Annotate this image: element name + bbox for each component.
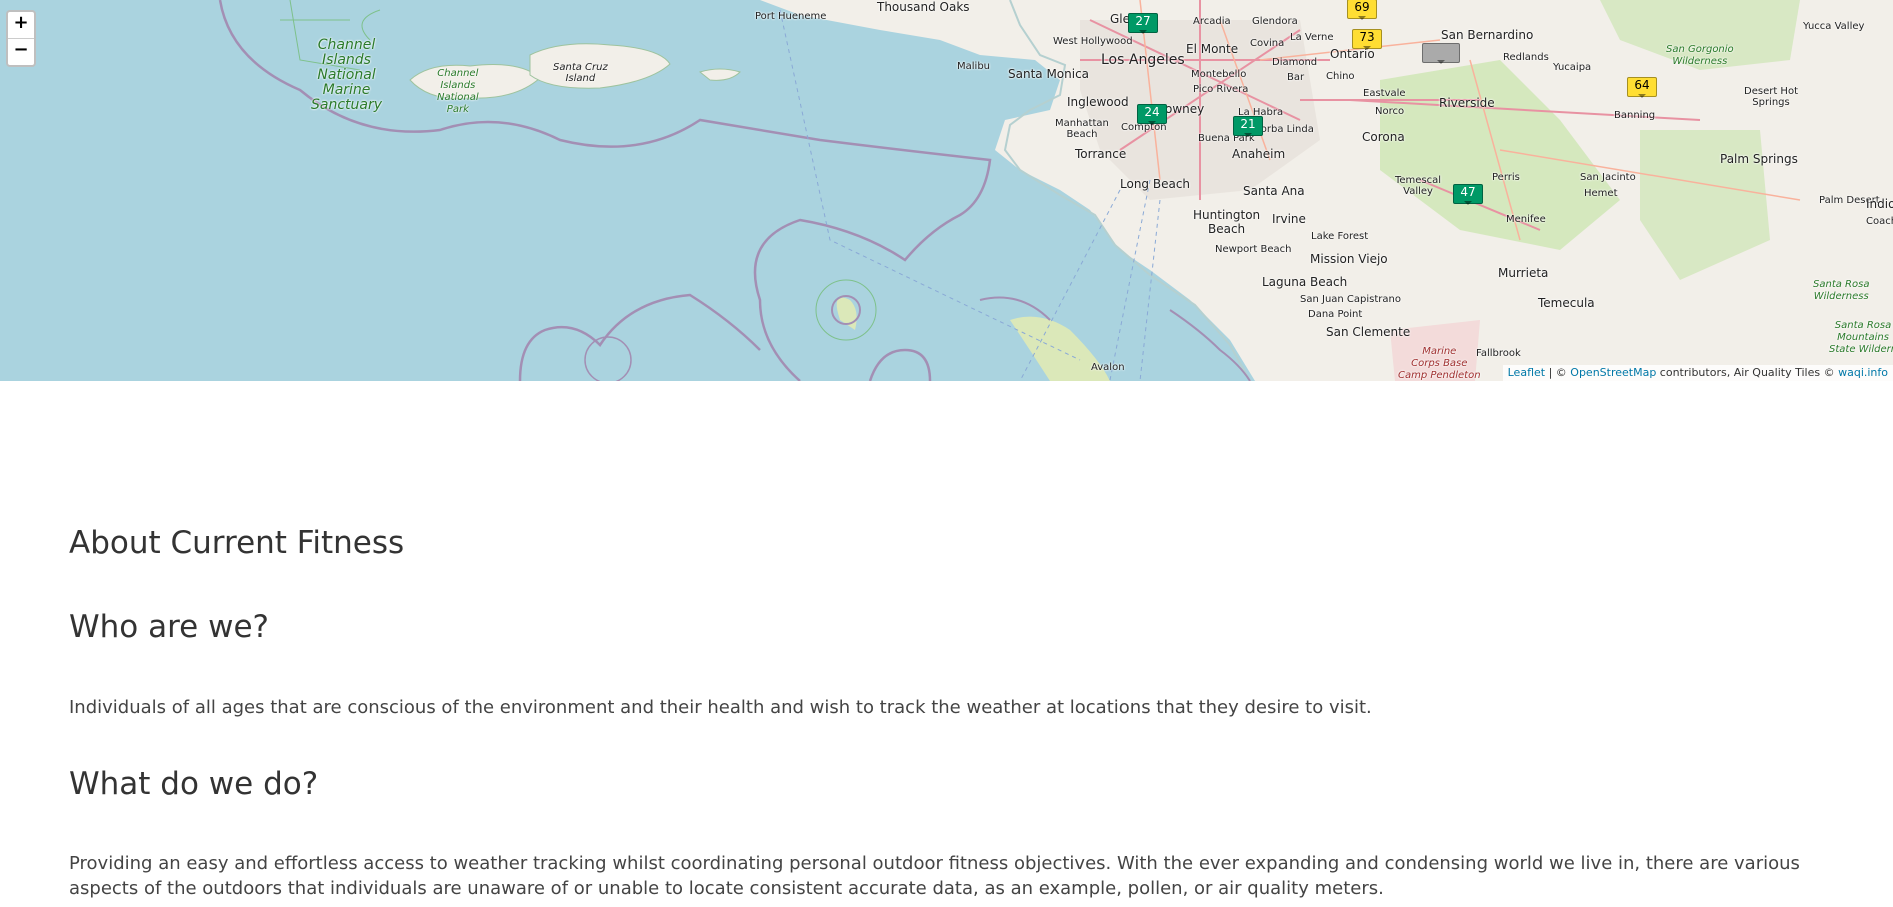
map-label: Newport Beach — [1215, 244, 1292, 255]
map-label: Norco — [1375, 106, 1405, 117]
map-label: Anaheim — [1232, 147, 1286, 161]
aqi-marker-no-data[interactable] — [1422, 43, 1460, 64]
map-label-park: Santa Rosa Wilderness — [1813, 279, 1870, 302]
map-label: Dana Point — [1308, 309, 1363, 320]
map-label: Gle — [1110, 12, 1131, 26]
map-label: Mission Viejo — [1310, 252, 1388, 266]
map-label: West Hollywood — [1053, 36, 1133, 47]
map-label: El Monte — [1186, 42, 1239, 56]
aqi-marker[interactable]: 64 — [1627, 77, 1657, 98]
map-label: Glendora — [1252, 16, 1298, 27]
map-label: Irvine — [1272, 212, 1306, 226]
map-label: Port Hueneme — [755, 11, 827, 22]
map-label: Eastvale — [1363, 88, 1406, 99]
aqi-marker[interactable]: 69 — [1347, 0, 1377, 20]
map-label: Chino — [1326, 71, 1355, 82]
leaflet-link[interactable]: Leaflet — [1508, 366, 1545, 379]
map-label: Fallbrook — [1476, 348, 1521, 359]
map-label: Malibu — [957, 61, 990, 72]
zoom-out-button[interactable]: − — [8, 38, 34, 65]
map-label: Yorba Linda — [1256, 124, 1314, 135]
map-label: Santa Cruz Island — [553, 62, 608, 84]
map-label: Hemet — [1584, 188, 1618, 199]
map-attribution: Leaflet | © OpenStreetMap contributors, … — [1502, 365, 1893, 381]
map-label: Riverside — [1439, 96, 1495, 110]
aqi-marker[interactable]: 73 — [1352, 29, 1382, 50]
attribution-separator: | © — [1545, 366, 1571, 379]
map-label-military: Marine Corps Base Camp Pendleton — [1398, 346, 1481, 381]
map-label: Perris — [1492, 172, 1520, 183]
map-label: Avalon — [1091, 362, 1125, 373]
waqi-link[interactable]: waqi.info — [1838, 366, 1888, 379]
map-label: Yucaipa — [1553, 62, 1592, 73]
aqi-marker[interactable]: 24 — [1137, 104, 1167, 125]
page-title: About Current Fitness — [69, 525, 405, 561]
aqi-marker[interactable]: 27 — [1128, 13, 1158, 34]
zoom-in-button[interactable]: + — [8, 12, 34, 38]
map-label: Pico Rivera — [1193, 84, 1249, 95]
map-label: Santa Ana — [1243, 184, 1305, 198]
map-label: Manhattan Beach — [1055, 118, 1109, 140]
map-label-park: Channel Islands National Park — [437, 68, 479, 115]
map-label: Temescal Valley — [1395, 175, 1442, 197]
map-label: Los Angeles — [1101, 52, 1185, 68]
map-label: Banning — [1614, 110, 1656, 121]
map-label: San Jacinto — [1580, 172, 1636, 183]
zoom-control: + − — [6, 10, 36, 67]
map-label: San Bernardino — [1441, 28, 1534, 42]
map-label: Montebello — [1191, 69, 1247, 80]
map-label: Torrance — [1075, 147, 1127, 161]
map-label: Covina — [1250, 38, 1285, 49]
map-label: Laguna Beach — [1262, 275, 1348, 289]
map-label: Yucca Valley — [1803, 21, 1865, 32]
map-label: Santa Monica — [1008, 67, 1090, 81]
map-label: Corona — [1362, 130, 1405, 144]
map-label: San Clemente — [1326, 325, 1411, 339]
map-label: San Juan Capistrano — [1300, 294, 1401, 305]
map-label-park: Channel Islands National Marine Sanctuar… — [311, 37, 383, 113]
map-label: Bar — [1287, 72, 1305, 83]
map-label: owney — [1165, 102, 1205, 116]
map-label: Temecula — [1538, 296, 1595, 310]
map-label-park: San Gorgonio Wilderness — [1666, 44, 1734, 67]
attribution-text: contributors, Air Quality Tiles © — [1656, 366, 1839, 379]
map-label: Diamond — [1272, 57, 1318, 68]
map-label: Inglewood — [1067, 95, 1129, 109]
map-label: Desert Hot Springs — [1744, 86, 1798, 108]
map-label: La Verne — [1290, 32, 1334, 43]
map-label-park: Santa Rosa Mountains State Wildern — [1829, 320, 1893, 355]
what-heading: What do we do? — [69, 766, 319, 802]
aqi-marker[interactable]: 21 — [1233, 116, 1263, 137]
map-label: Coach — [1866, 216, 1893, 227]
what-text: Providing an easy and effortless access … — [69, 853, 1800, 899]
openstreetmap-link[interactable]: OpenStreetMap — [1570, 366, 1656, 379]
aqi-marker[interactable]: 47 — [1453, 184, 1483, 205]
map-label: Lake Forest — [1311, 231, 1369, 242]
air-quality-map[interactable]: + − 27 69 73 64 24 21 47 Thousand Oaks P… — [0, 0, 1893, 381]
map-label: Menifee — [1506, 214, 1546, 225]
who-text: Individuals of all ages that are conscio… — [69, 697, 1372, 718]
map-label: Thousand Oaks — [877, 0, 970, 14]
map-label: Long Beach — [1120, 177, 1191, 191]
map-label: Redlands — [1503, 52, 1549, 63]
map-label: Palm Springs — [1720, 152, 1798, 166]
who-heading: Who are we? — [69, 609, 269, 645]
map-label: Indio — [1866, 197, 1893, 211]
map-label: Arcadia — [1193, 16, 1231, 27]
map-label: Murrieta — [1498, 266, 1549, 280]
map-label: Huntington Beach — [1193, 208, 1261, 236]
